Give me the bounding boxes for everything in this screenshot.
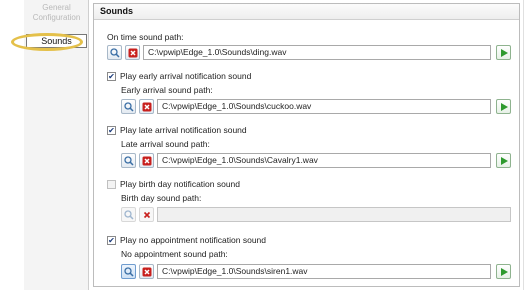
magnifier-icon [123,209,134,220]
no-appointment-clear-button[interactable] [139,264,154,279]
birthday-checkbox[interactable] [107,180,116,189]
red-x-icon [143,211,150,218]
settings-window: General Configuration Sounds Sounds On t… [24,0,524,290]
sounds-panel: Sounds On time sound path: C:\vpwip\Edge… [93,3,520,287]
magnifier-icon [123,155,134,166]
late-checkbox[interactable]: ✔ [107,126,116,135]
on-time-path-field[interactable]: C:\vpwip\Edge_1.0\Sounds\ding.wav [143,45,491,60]
early-path-row: C:\vpwip\Edge_1.0\Sounds\cuckoo.wav [121,99,511,115]
no-appointment-play-button[interactable] [496,264,511,279]
red-x-icon [142,156,151,165]
nav-item-configuration[interactable]: Configuration [24,13,89,23]
late-path-label: Late arrival sound path: [121,139,210,149]
no-appointment-path-row: C:\vpwip\Edge_1.0\Sounds\siren1.wav [121,264,511,280]
checkmark-icon: ✔ [108,125,115,135]
on-time-browse-button[interactable] [107,45,122,60]
late-play-button[interactable] [496,153,511,168]
panel-title: Sounds [94,4,519,20]
early-path-label: Early arrival sound path: [121,85,213,95]
play-icon [500,102,508,111]
birthday-path-label: Birth day sound path: [121,193,202,203]
early-checkbox-row[interactable]: ✔ Play early arrival notification sound [107,71,251,82]
no-appointment-checkbox-label: Play no appointment notification sound [120,235,267,245]
checkmark-icon: ✔ [108,235,115,245]
early-path-field[interactable]: C:\vpwip\Edge_1.0\Sounds\cuckoo.wav [157,99,491,114]
play-icon [500,48,508,57]
birthday-browse-button[interactable] [121,207,136,222]
magnifier-icon [123,266,134,277]
no-appointment-checkbox-row[interactable]: ✔ Play no appointment notification sound [107,235,266,246]
on-time-clear-button[interactable] [125,45,140,60]
early-browse-button[interactable] [121,99,136,114]
magnifier-icon [109,47,120,58]
birthday-checkbox-label: Play birth day notification sound [120,179,241,189]
early-clear-button[interactable] [139,99,154,114]
late-checkbox-label: Play late arrival notification sound [120,125,247,135]
play-icon [500,156,508,165]
on-time-path-row: C:\vpwip\Edge_1.0\Sounds\ding.wav [107,45,511,61]
early-checkbox[interactable]: ✔ [107,72,116,81]
birthday-path-field[interactable] [157,207,511,222]
red-x-icon [142,267,151,276]
late-path-row: C:\vpwip\Edge_1.0\Sounds\Cavalry1.wav [121,153,511,169]
red-x-icon [128,48,137,57]
nav-item-general[interactable]: General [24,3,89,13]
birthday-clear-button[interactable] [139,207,154,222]
no-appointment-checkbox[interactable]: ✔ [107,236,116,245]
birthday-path-row [121,207,511,223]
no-appointment-path-label: No appointment sound path: [121,249,228,259]
early-play-button[interactable] [496,99,511,114]
late-browse-button[interactable] [121,153,136,168]
highlight-ellipse-annotation [11,33,83,51]
no-appointment-browse-button[interactable] [121,264,136,279]
on-time-play-button[interactable] [496,45,511,60]
late-checkbox-row[interactable]: ✔ Play late arrival notification sound [107,125,247,136]
birthday-checkbox-row[interactable]: Play birth day notification sound [107,179,240,190]
early-checkbox-label: Play early arrival notification sound [120,71,252,81]
no-appointment-path-field[interactable]: C:\vpwip\Edge_1.0\Sounds\siren1.wav [157,264,491,279]
magnifier-icon [123,101,134,112]
late-clear-button[interactable] [139,153,154,168]
play-icon [500,267,508,276]
checkmark-icon: ✔ [108,71,115,81]
on-time-path-label: On time sound path: [107,32,184,42]
late-path-field[interactable]: C:\vpwip\Edge_1.0\Sounds\Cavalry1.wav [157,153,491,168]
red-x-icon [142,102,151,111]
